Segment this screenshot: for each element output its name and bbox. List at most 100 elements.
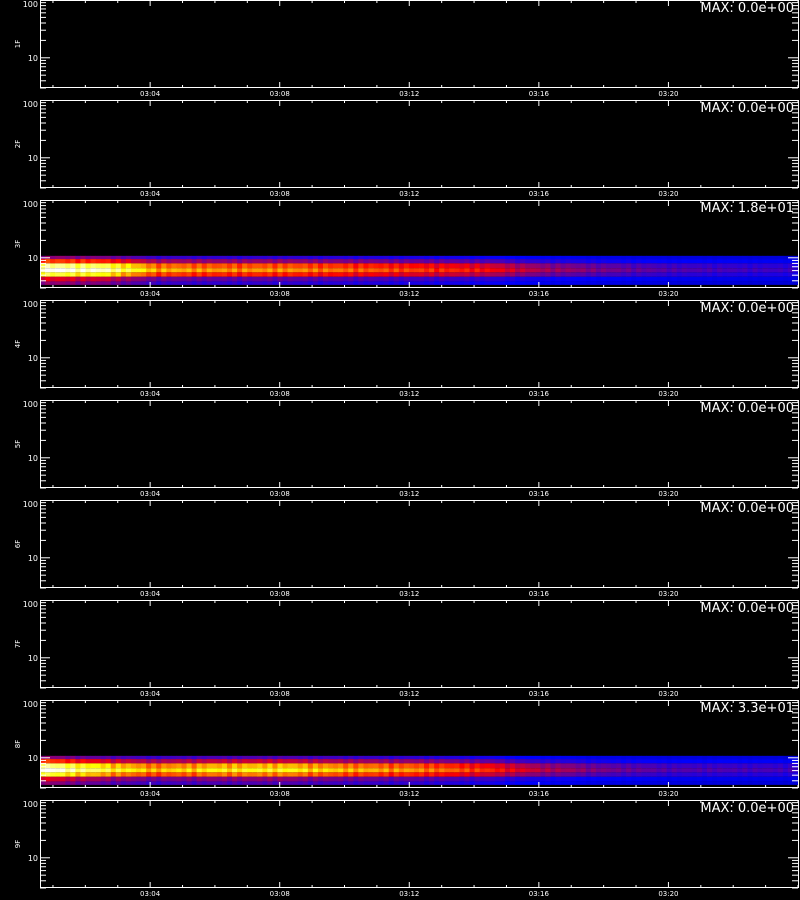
heatmap-cell xyxy=(525,263,531,269)
heatmap-cell xyxy=(454,772,460,777)
heatmap-cell xyxy=(600,276,607,282)
heatmap-cell xyxy=(419,281,425,285)
heatmap-cell xyxy=(272,281,278,285)
x-tick-label: 03:12 xyxy=(399,90,419,98)
heatmap-cell xyxy=(737,772,743,777)
heatmap-cell xyxy=(141,768,147,773)
heatmap-cell xyxy=(242,255,248,260)
heatmap-cell xyxy=(237,259,243,264)
heatmap-cell xyxy=(403,763,410,769)
heatmap-cell xyxy=(70,772,76,777)
heatmap-cell xyxy=(616,772,622,777)
heatmap-cell xyxy=(110,772,117,777)
heatmap-cell xyxy=(651,272,657,277)
heatmap-cell xyxy=(388,768,395,773)
heatmap-cell xyxy=(191,772,198,777)
heatmap-cell xyxy=(181,281,187,285)
heatmap-cell xyxy=(696,759,703,764)
heatmap-cell xyxy=(141,763,147,769)
heatmap-cell xyxy=(469,259,475,264)
heatmap-cell xyxy=(560,259,566,264)
heatmap-cell xyxy=(611,276,617,282)
heatmap-cell xyxy=(646,263,652,269)
heatmap-cell xyxy=(105,763,112,769)
heatmap-cell xyxy=(494,763,501,769)
heatmap-cell xyxy=(474,776,481,782)
heatmap-cell xyxy=(388,763,395,769)
heatmap-cell xyxy=(333,255,339,260)
heatmap-cell xyxy=(262,263,268,269)
heatmap-cell xyxy=(515,772,521,777)
panel-svg: 03:04 03:08 03:12 03:16 03:20101003FMAX: 1.8… xyxy=(14,200,799,298)
heatmap-cell xyxy=(302,268,309,273)
heatmap-cell xyxy=(232,763,238,769)
heatmap-cell xyxy=(161,276,167,282)
heatmap-cell xyxy=(90,755,96,760)
heatmap-cell xyxy=(292,281,299,285)
heatmap-cell xyxy=(277,272,283,277)
heatmap-cell xyxy=(666,781,673,785)
heatmap-cell xyxy=(651,255,657,260)
heatmap-cell xyxy=(358,759,364,764)
heatmap-cell xyxy=(85,263,91,269)
heatmap-cell xyxy=(191,263,198,269)
heatmap-cell xyxy=(151,268,157,273)
heatmap-cell xyxy=(302,272,309,277)
heatmap-cell xyxy=(479,281,486,285)
heatmap-cell xyxy=(600,768,607,773)
heatmap-cell xyxy=(65,781,71,785)
heatmap-cell xyxy=(479,268,486,273)
heatmap-cell xyxy=(262,768,268,773)
heatmap-cell xyxy=(434,759,440,764)
heatmap-cell xyxy=(60,259,66,264)
heatmap-cell xyxy=(272,268,278,273)
heatmap-cell xyxy=(80,255,86,260)
heatmap-cell xyxy=(80,768,86,773)
heatmap-cell xyxy=(525,772,531,777)
heatmap-cell xyxy=(221,276,228,282)
heatmap-cell xyxy=(424,259,430,264)
heatmap-cell xyxy=(494,759,501,764)
heatmap-cell xyxy=(322,763,329,769)
heatmap-cell xyxy=(605,772,612,777)
heatmap-cell xyxy=(413,776,420,782)
heatmap-cell xyxy=(115,763,122,769)
heatmap-cell xyxy=(282,781,289,785)
heatmap-cell xyxy=(479,781,486,785)
heatmap-cell xyxy=(454,276,460,282)
heatmap-cell xyxy=(520,268,526,273)
heatmap-cell xyxy=(252,776,258,782)
heatmap-cell xyxy=(782,759,789,764)
heatmap-cell xyxy=(328,259,334,264)
heatmap-cell xyxy=(444,272,450,277)
heatmap-cell xyxy=(429,781,435,785)
heatmap-cell xyxy=(201,259,208,264)
heatmap-cell xyxy=(727,768,733,773)
heatmap-cell xyxy=(641,281,647,285)
heatmap-cell xyxy=(525,776,531,782)
heatmap-cell xyxy=(767,272,774,277)
heatmap-cell xyxy=(125,268,132,273)
heatmap-cell xyxy=(661,759,668,764)
heatmap-cell xyxy=(712,255,718,260)
heatmap-cell xyxy=(449,768,455,773)
heatmap-cell xyxy=(752,763,758,769)
heatmap-cell xyxy=(161,763,167,769)
heatmap-cell xyxy=(565,259,571,264)
heatmap-cell xyxy=(484,276,491,282)
heatmap-cell xyxy=(661,272,668,277)
heatmap-cell xyxy=(712,268,718,273)
heatmap-cell xyxy=(641,776,647,782)
heatmap-cell xyxy=(328,759,334,764)
heatmap-cell xyxy=(605,281,612,285)
heatmap-cell xyxy=(782,259,789,264)
heatmap-cell xyxy=(504,768,511,773)
heatmap-cell xyxy=(494,276,501,282)
heatmap-cell xyxy=(252,772,258,777)
heatmap-cell xyxy=(762,259,769,264)
heatmap-cell xyxy=(550,259,556,264)
heatmap-cell xyxy=(95,768,102,773)
heatmap-cell xyxy=(100,781,107,785)
panel-8f: 03:04 03:08 03:12 03:16 03:20 10 100 8F MAX: 3.3… xyxy=(0,700,800,800)
heatmap-cell xyxy=(105,781,112,785)
